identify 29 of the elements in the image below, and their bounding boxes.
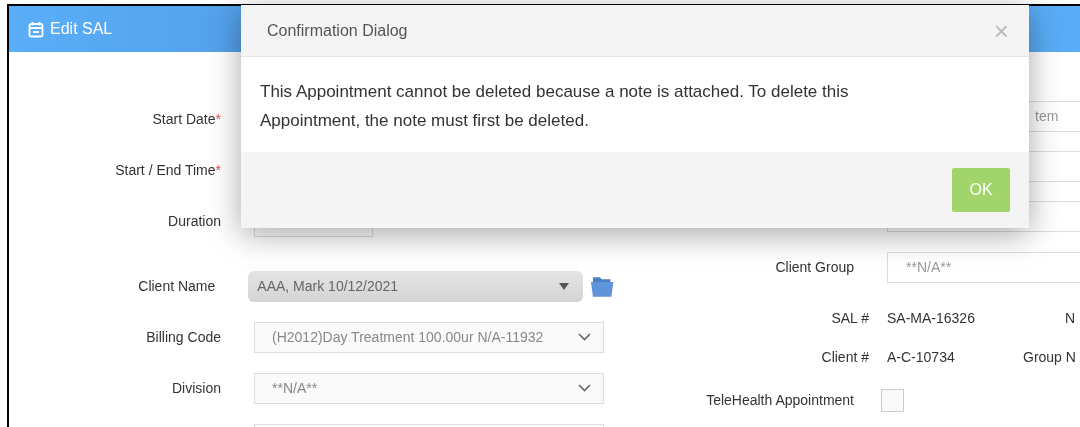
field-label: Duration <box>168 212 221 229</box>
caret-icon <box>558 282 569 290</box>
field-label: Start / End Time <box>115 161 216 178</box>
field-label: N <box>1063 308 1075 328</box>
checkbox[interactable] <box>881 389 904 412</box>
chevron-down-icon <box>578 384 591 392</box>
field-label: Group N <box>1023 347 1075 367</box>
field-label: TeleHealth Appointment <box>705 391 854 410</box>
field-label: Division <box>172 379 221 396</box>
field-value: SA-MA-16326 <box>887 308 976 328</box>
field-label: Client Name <box>138 277 216 294</box>
dropdown-field[interactable]: **N/A** <box>254 372 604 404</box>
folder-icon[interactable] <box>589 274 614 298</box>
dialog-title: Confirmation Dialog <box>267 20 408 41</box>
client-name-dropdown[interactable]: AAA, Mark 10/12/2021 <box>248 270 583 302</box>
field-label: Billing Code <box>146 328 221 345</box>
field-label: SAL # <box>830 308 869 328</box>
dropdown-field[interactable]: (H2012)Day Treatment 100.00ur N/A-11932 <box>254 321 604 353</box>
required-mark: * <box>215 161 221 178</box>
input-field[interactable]: **N/A** <box>887 252 1080 283</box>
dialog-message: This Appointment cannot be deleted because a note is attached. To delete this Appointment, the note must first be deleted. <box>260 81 850 132</box>
chevron-down-icon <box>578 333 591 341</box>
field-label: Client Group <box>775 259 854 275</box>
calendar-icon <box>28 20 44 38</box>
panel-title: Edit SAL <box>50 19 113 39</box>
field-label: Start Date <box>152 110 216 127</box>
field-label: Client # <box>820 347 869 367</box>
field-value: A-C-10734 <box>887 347 956 367</box>
required-mark: * <box>215 110 221 127</box>
